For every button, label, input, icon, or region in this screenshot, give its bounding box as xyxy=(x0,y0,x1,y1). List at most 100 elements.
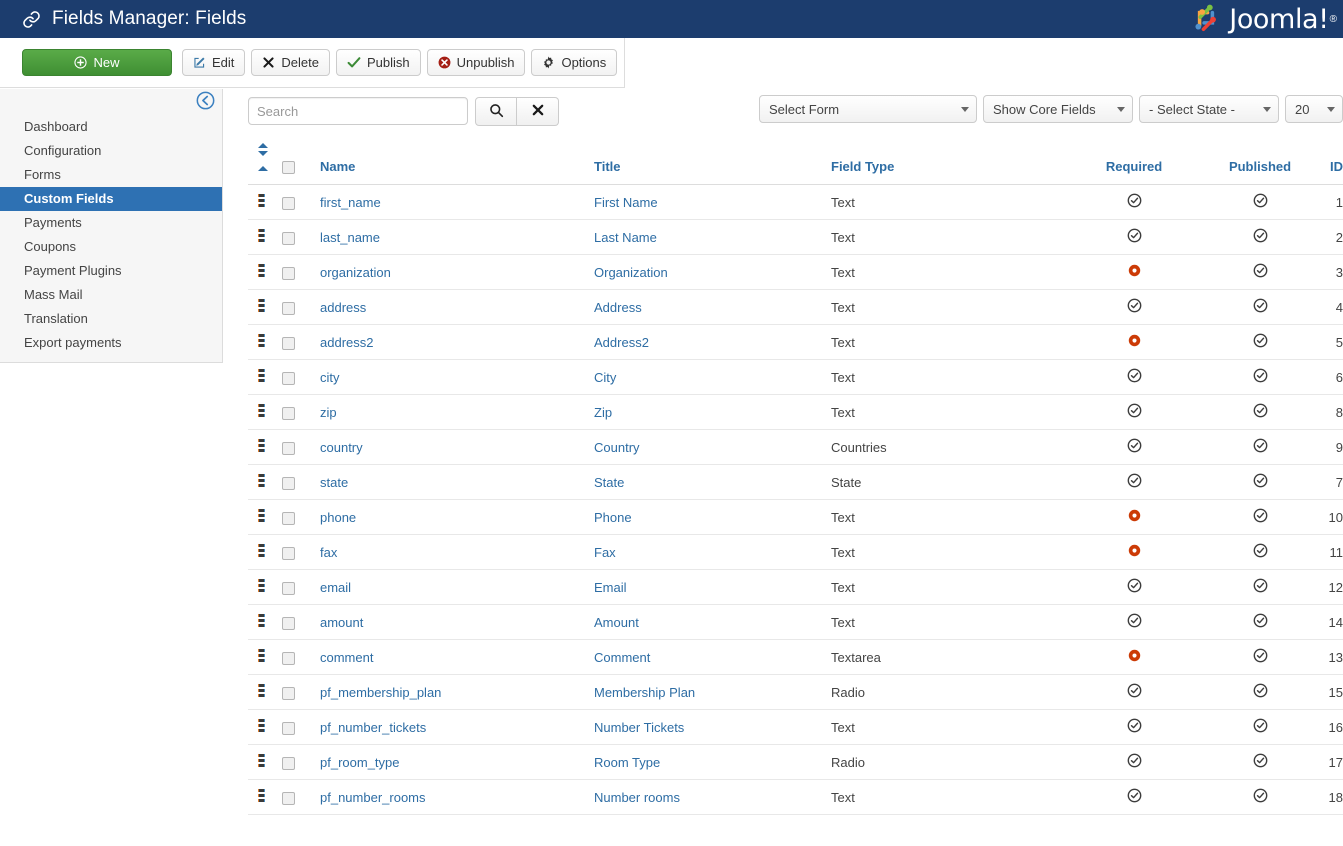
field-name-link[interactable]: state xyxy=(320,475,348,490)
field-name-link[interactable]: country xyxy=(320,440,363,455)
field-name-link[interactable]: address xyxy=(320,300,366,315)
field-title-link[interactable]: Country xyxy=(594,440,640,455)
field-name-link[interactable]: pf_number_rooms xyxy=(320,790,426,805)
check-circle-icon[interactable] xyxy=(1253,648,1268,666)
delete-button[interactable]: Delete xyxy=(251,49,330,76)
field-title-link[interactable]: Membership Plan xyxy=(594,685,695,700)
check-circle-icon[interactable] xyxy=(1253,508,1268,526)
check-circle-icon[interactable] xyxy=(1127,193,1142,211)
field-title-link[interactable]: Zip xyxy=(594,405,612,420)
check-circle-icon[interactable] xyxy=(1253,543,1268,561)
row-drag-handle[interactable] xyxy=(258,754,265,767)
check-circle-icon[interactable] xyxy=(1253,438,1268,456)
check-circle-icon[interactable] xyxy=(1127,473,1142,491)
row-checkbox[interactable] xyxy=(282,616,295,630)
new-button[interactable]: New xyxy=(22,49,172,76)
row-drag-handle[interactable] xyxy=(258,404,265,417)
select-form-dropdown[interactable]: Select Form xyxy=(759,95,977,123)
check-circle-icon[interactable] xyxy=(1127,228,1142,246)
check-circle-icon[interactable] xyxy=(1253,613,1268,631)
publish-button[interactable]: Publish xyxy=(335,49,421,76)
sidebar-item-translation[interactable]: Translation xyxy=(0,307,222,331)
field-title-link[interactable]: First Name xyxy=(594,195,658,210)
select-core-fields-dropdown[interactable]: Show Core Fields xyxy=(983,95,1133,123)
check-circle-icon[interactable] xyxy=(1253,403,1268,421)
field-name-link[interactable]: address2 xyxy=(320,335,373,350)
edit-button[interactable]: Edit xyxy=(182,49,246,76)
sidebar-item-payments[interactable]: Payments xyxy=(0,211,222,235)
row-checkbox[interactable] xyxy=(282,791,295,805)
search-submit-button[interactable] xyxy=(475,97,517,126)
field-name-link[interactable]: organization xyxy=(320,265,391,280)
row-drag-handle[interactable] xyxy=(258,474,265,487)
required-dot-icon[interactable] xyxy=(1127,263,1142,281)
field-title-link[interactable]: Number Tickets xyxy=(594,720,684,735)
row-drag-handle[interactable] xyxy=(258,439,265,452)
check-circle-icon[interactable] xyxy=(1127,298,1142,316)
select-all-checkbox[interactable] xyxy=(282,161,295,174)
column-header-required[interactable]: Required xyxy=(1058,137,1210,185)
row-drag-handle[interactable] xyxy=(258,684,265,697)
row-drag-handle[interactable] xyxy=(258,614,265,627)
sidebar-item-configuration[interactable]: Configuration xyxy=(0,139,222,163)
row-drag-handle[interactable] xyxy=(258,334,265,347)
row-drag-handle[interactable] xyxy=(258,579,265,592)
row-drag-handle[interactable] xyxy=(258,299,265,312)
row-drag-handle[interactable] xyxy=(258,194,265,207)
required-dot-icon[interactable] xyxy=(1127,508,1142,526)
check-circle-icon[interactable] xyxy=(1127,788,1142,806)
field-name-link[interactable]: amount xyxy=(320,615,363,630)
field-title-link[interactable]: Phone xyxy=(594,510,632,525)
field-title-link[interactable]: Last Name xyxy=(594,230,657,245)
check-circle-icon[interactable] xyxy=(1253,473,1268,491)
column-header-id[interactable]: ID xyxy=(1310,137,1343,185)
select-state-dropdown[interactable]: - Select State - xyxy=(1139,95,1279,123)
check-circle-icon[interactable] xyxy=(1253,193,1268,211)
row-drag-handle[interactable] xyxy=(258,229,265,242)
sidebar-item-payment-plugins[interactable]: Payment Plugins xyxy=(0,259,222,283)
row-checkbox[interactable] xyxy=(282,371,295,385)
field-title-link[interactable]: Email xyxy=(594,580,627,595)
check-circle-icon[interactable] xyxy=(1253,263,1268,281)
search-clear-button[interactable] xyxy=(517,97,559,126)
column-header-name[interactable]: Name xyxy=(320,137,594,185)
row-checkbox[interactable] xyxy=(282,441,295,455)
check-circle-icon[interactable] xyxy=(1127,438,1142,456)
required-dot-icon[interactable] xyxy=(1127,543,1142,561)
row-drag-handle[interactable] xyxy=(258,369,265,382)
row-drag-handle[interactable] xyxy=(258,649,265,662)
field-name-link[interactable]: zip xyxy=(320,405,337,420)
field-name-link[interactable]: phone xyxy=(320,510,356,525)
row-checkbox[interactable] xyxy=(282,301,295,315)
field-name-link[interactable]: first_name xyxy=(320,195,381,210)
check-circle-icon[interactable] xyxy=(1253,683,1268,701)
check-circle-icon[interactable] xyxy=(1127,683,1142,701)
check-circle-icon[interactable] xyxy=(1253,718,1268,736)
row-drag-handle[interactable] xyxy=(258,719,265,732)
check-circle-icon[interactable] xyxy=(1253,228,1268,246)
row-drag-handle[interactable] xyxy=(258,544,265,557)
field-name-link[interactable]: pf_number_tickets xyxy=(320,720,426,735)
unpublish-button[interactable]: Unpublish xyxy=(426,49,526,76)
field-title-link[interactable]: Address xyxy=(594,300,642,315)
field-title-link[interactable]: State xyxy=(594,475,624,490)
field-title-link[interactable]: Address2 xyxy=(594,335,649,350)
row-checkbox[interactable] xyxy=(282,581,295,595)
row-checkbox[interactable] xyxy=(282,231,295,245)
field-title-link[interactable]: Organization xyxy=(594,265,668,280)
column-header-field-type[interactable]: Field Type xyxy=(831,137,1058,185)
sidebar-item-dashboard[interactable]: Dashboard xyxy=(0,115,222,139)
row-checkbox[interactable] xyxy=(282,546,295,560)
field-title-link[interactable]: Room Type xyxy=(594,755,660,770)
field-title-link[interactable]: Comment xyxy=(594,650,650,665)
check-circle-icon[interactable] xyxy=(1253,578,1268,596)
check-circle-icon[interactable] xyxy=(1127,753,1142,771)
required-dot-icon[interactable] xyxy=(1127,333,1142,351)
column-header-title[interactable]: Title xyxy=(594,137,831,185)
field-name-link[interactable]: comment xyxy=(320,650,373,665)
row-checkbox[interactable] xyxy=(282,686,295,700)
field-name-link[interactable]: email xyxy=(320,580,351,595)
sidebar-collapse-button[interactable] xyxy=(196,91,215,110)
field-name-link[interactable]: city xyxy=(320,370,340,385)
row-checkbox[interactable] xyxy=(282,651,295,665)
